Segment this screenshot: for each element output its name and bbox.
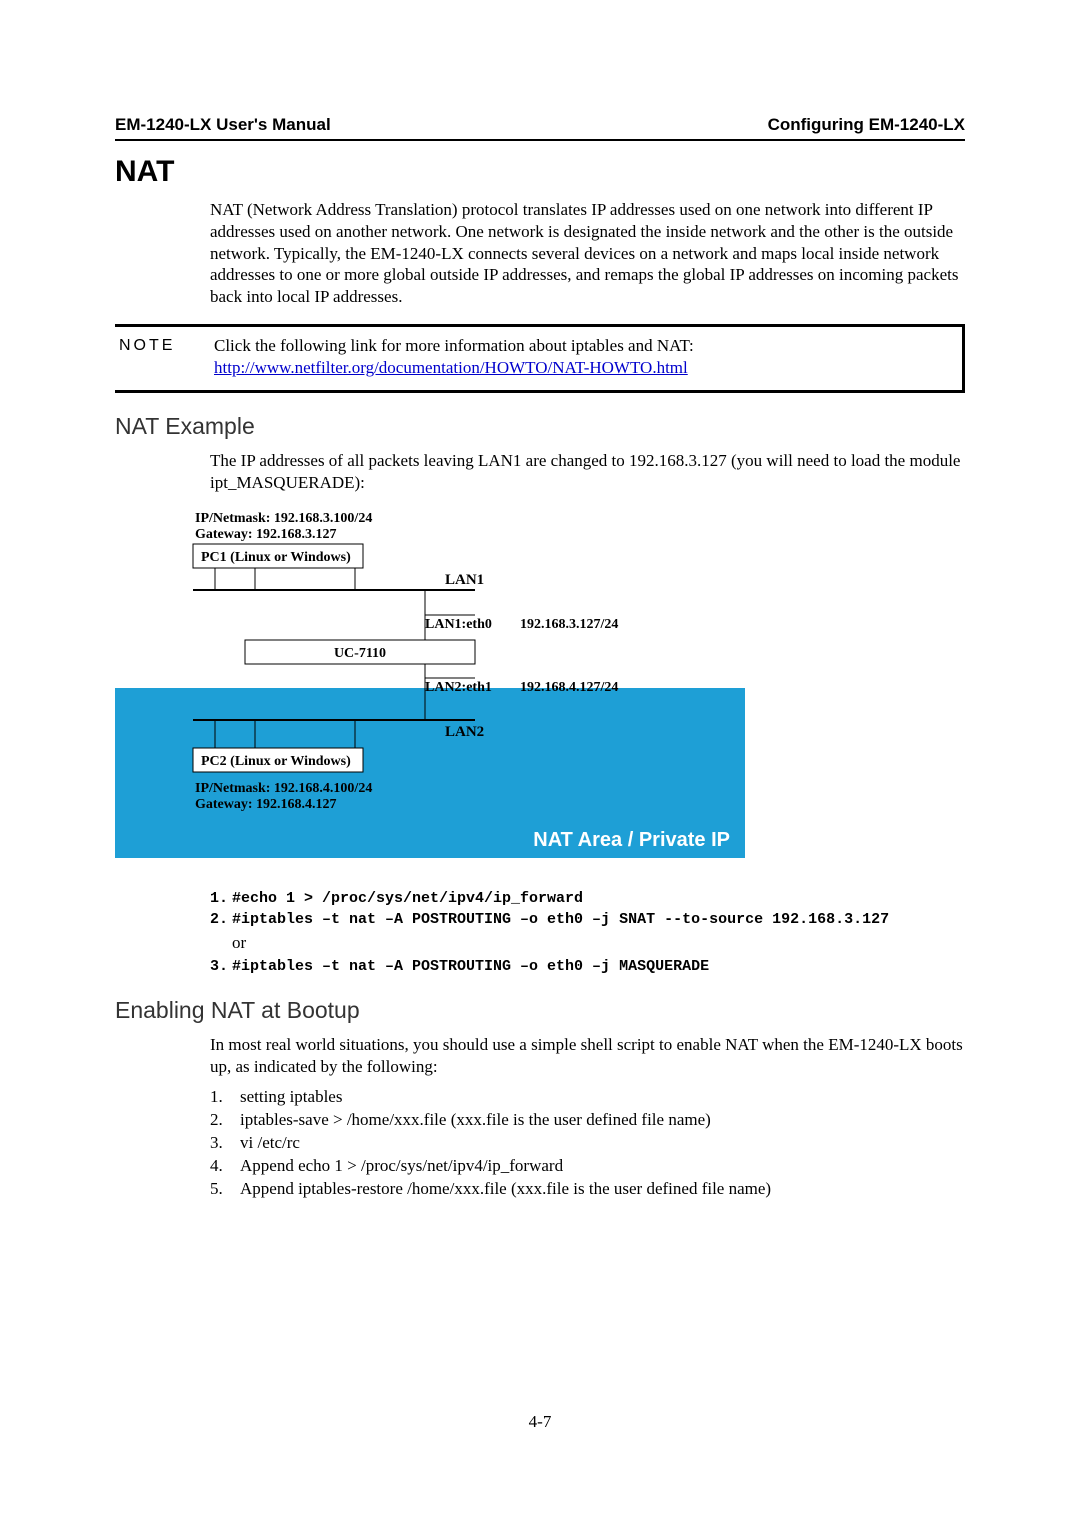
note-body: Click the following link for more inform… [214, 335, 694, 379]
step2: iptables-save > /home/xxx.file (xxx.file… [240, 1109, 711, 1132]
note-text: Click the following link for more inform… [214, 336, 694, 355]
step5-num: 5. [210, 1178, 240, 1201]
uc-label: UC-7110 [334, 646, 386, 661]
step1-num: 1. [210, 1086, 240, 1109]
bootup-intro-paragraph: In most real world situations, you shoul… [210, 1034, 965, 1078]
pc1-box-label: PC1 (Linux or Windows) [201, 550, 351, 565]
page-header: EM-1240-LX User's Manual Configuring EM-… [115, 115, 965, 141]
note-label: NOTE [115, 335, 214, 379]
nat-area-label: NAT Area / Private IP [533, 829, 730, 851]
heading-nat: NAT [115, 155, 965, 189]
step3-num: 3. [210, 1132, 240, 1155]
cmd1: #echo 1 > /proc/sys/net/ipv4/ip_forward [232, 890, 583, 907]
step5: Append iptables-restore /home/xxx.file (… [240, 1178, 771, 1201]
lan2-label: LAN2 [445, 724, 484, 740]
nat-intro-paragraph: NAT (Network Address Translation) protoc… [210, 199, 965, 308]
cmd-or: or [232, 931, 965, 956]
cmd2-num: 2. [210, 909, 232, 931]
lan1-label: LAN1 [445, 572, 484, 588]
pc2-box-label: PC2 (Linux or Windows) [201, 754, 351, 769]
step1: setting iptables [240, 1086, 342, 1109]
example-intro-paragraph: The IP addresses of all packets leaving … [210, 450, 965, 494]
pc2-ip: IP/Netmask: 192.168.4.100/24 [195, 781, 372, 796]
cmd3-num: 3. [210, 956, 232, 978]
bootup-steps: 1.setting iptables 2.iptables-save > /ho… [210, 1086, 965, 1201]
pc1-gw: Gateway: 192.168.3.127 [195, 527, 337, 542]
command-list: 1.#echo 1 > /proc/sys/net/ipv4/ip_forwar… [210, 888, 965, 978]
lan2-eth-label: LAN2:eth1 [425, 680, 492, 695]
cmd3: #iptables –t nat –A POSTROUTING –o eth0 … [232, 958, 709, 975]
heading-nat-example: NAT Example [115, 413, 965, 440]
header-right: Configuring EM-1240-LX [768, 115, 965, 135]
cmd1-num: 1. [210, 888, 232, 910]
step3: vi /etc/rc [240, 1132, 300, 1155]
step2-num: 2. [210, 1109, 240, 1132]
note-link[interactable]: http://www.netfilter.org/documentation/H… [214, 358, 688, 377]
diagram-svg: NAT Area / Private IP IP/Netmask: 192.16… [115, 508, 745, 868]
header-left: EM-1240-LX User's Manual [115, 115, 331, 135]
lan1-ip-label: 192.168.3.127/24 [520, 617, 618, 632]
page-number: 4-7 [0, 1412, 1080, 1432]
nat-diagram: NAT Area / Private IP IP/Netmask: 192.16… [115, 508, 965, 874]
pc2-gw: Gateway: 192.168.4.127 [195, 797, 337, 812]
lan2-ip-label: 192.168.4.127/24 [520, 680, 618, 695]
lan1-eth-label: LAN1:eth0 [425, 617, 492, 632]
note-box: NOTE Click the following link for more i… [115, 324, 965, 394]
step4: Append echo 1 > /proc/sys/net/ipv4/ip_fo… [240, 1155, 563, 1178]
heading-enabling-nat-bootup: Enabling NAT at Bootup [115, 997, 965, 1024]
pc1-ip: IP/Netmask: 192.168.3.100/24 [195, 511, 372, 526]
cmd2: #iptables –t nat –A POSTROUTING –o eth0 … [232, 911, 889, 928]
step4-num: 4. [210, 1155, 240, 1178]
